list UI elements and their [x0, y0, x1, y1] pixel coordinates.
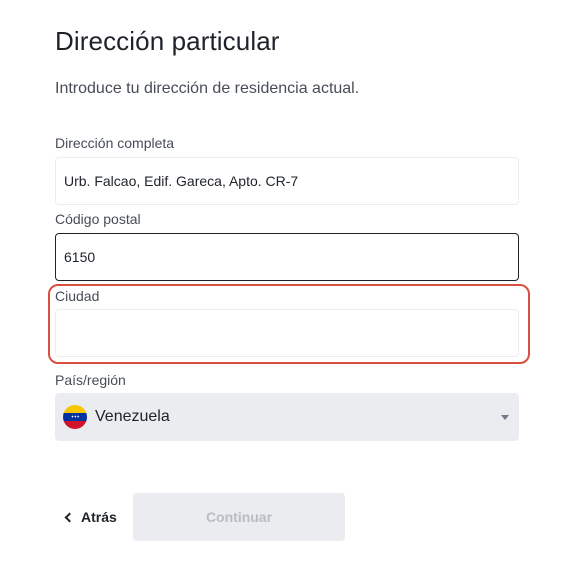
country-label: País/región: [55, 372, 126, 388]
caret-down-icon: [501, 414, 509, 420]
back-button-label: Atrás: [81, 509, 117, 525]
address-input[interactable]: [55, 157, 519, 205]
postal-code-label: Código postal: [55, 211, 141, 227]
postal-code-input[interactable]: [55, 233, 519, 281]
chevron-left-icon: [64, 512, 75, 522]
back-button[interactable]: Atrás: [64, 503, 117, 531]
address-form-page: Dirección particular Introduce tu direcc…: [0, 0, 561, 572]
city-input[interactable]: [55, 309, 519, 357]
page-title: Dirección particular: [55, 26, 280, 56]
continue-button[interactable]: Continuar: [133, 493, 345, 541]
page-subtitle: Introduce tu dirección de residencia act…: [55, 80, 360, 97]
city-label: Ciudad: [55, 288, 100, 304]
country-select[interactable]: ✦✦✦ Venezuela: [55, 393, 519, 441]
venezuela-flag-icon: ✦✦✦: [63, 405, 87, 429]
address-label: Dirección completa: [55, 135, 175, 151]
country-select-value: Venezuela: [95, 408, 170, 425]
